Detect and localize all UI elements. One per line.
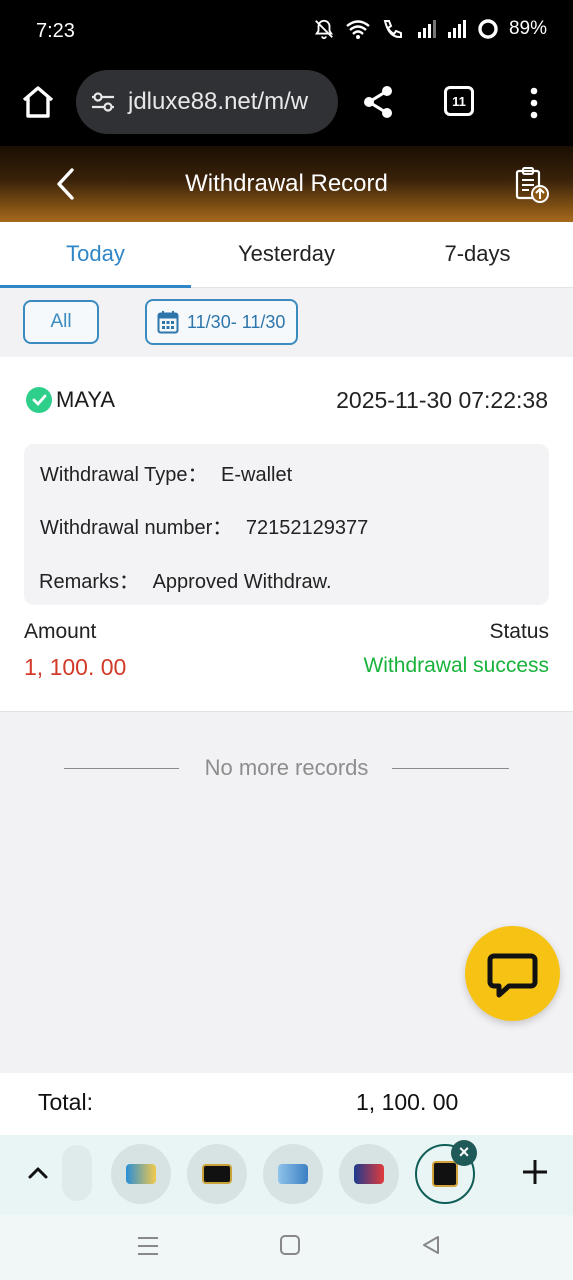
- maya-logo-icon: [26, 387, 52, 413]
- tab-thumbnail[interactable]: [339, 1144, 399, 1204]
- site-thumb-icon: [354, 1164, 384, 1184]
- new-tab-plus-icon[interactable]: [520, 1157, 550, 1187]
- detail-row-number: Withdrawal number： 72152129377: [40, 511, 368, 540]
- status-label: Status: [489, 620, 549, 643]
- site-thumb-icon: [432, 1161, 458, 1187]
- signal-icon: [417, 20, 436, 38]
- status-value: Withdrawal success: [363, 654, 549, 677]
- battery-percent: 89%: [508, 18, 547, 39]
- status-bar: 7:23 89%: [0, 0, 573, 62]
- share-icon[interactable]: [360, 84, 396, 120]
- detail-row-remarks: Remarks： Approved Withdraw.: [39, 565, 332, 594]
- filter-bar: All 11/30- 11/30: [0, 289, 573, 357]
- back-nav-icon[interactable]: [420, 1234, 442, 1256]
- tab-thumbnail[interactable]: [187, 1144, 247, 1204]
- tab-thumbnail[interactable]: [62, 1145, 92, 1201]
- date-range-text: 11/30- 11/30: [187, 311, 286, 332]
- total-bar: Total: 1, 100. 00: [0, 1073, 573, 1135]
- filter-all-button[interactable]: All: [23, 300, 99, 344]
- tab-today[interactable]: Today: [0, 222, 191, 288]
- tab-thumbnail[interactable]: [111, 1144, 171, 1204]
- tab-yesterday[interactable]: Yesterday: [191, 222, 382, 288]
- provider-logo: MAYA: [26, 387, 115, 413]
- total-value: 1, 100. 00: [356, 1089, 459, 1115]
- total-label: Total:: [38, 1089, 93, 1115]
- recent-apps-icon[interactable]: [136, 1235, 160, 1257]
- signal-icon: [447, 20, 466, 38]
- url-text: jdluxe88.net/m/w: [128, 88, 309, 115]
- date-tabs: Today Yesterday 7-days: [0, 222, 573, 288]
- tab-switcher-icon[interactable]: 11: [444, 86, 474, 116]
- record-datetime: 2025-11-30 07:22:38: [336, 387, 548, 413]
- divider: [392, 768, 509, 769]
- detail-value: Approved Withdraw.: [152, 571, 332, 593]
- address-bar[interactable]: jdluxe88.net/m/w: [76, 70, 338, 134]
- date-range-button[interactable]: 11/30- 11/30: [145, 299, 298, 345]
- tab-7-days[interactable]: 7-days: [382, 222, 573, 288]
- site-thumb-icon: [202, 1164, 232, 1184]
- detail-label: Withdrawal number：: [40, 517, 233, 539]
- wifi-call-icon: [383, 20, 402, 39]
- clipboard-upload-icon[interactable]: [514, 166, 550, 204]
- mute-icon: [314, 19, 334, 40]
- amount-label: Amount: [24, 620, 97, 643]
- system-nav-bar: [0, 1215, 573, 1280]
- provider-name: MAYA: [56, 387, 116, 412]
- live-chat-button[interactable]: [465, 926, 560, 1021]
- amount-value: 1, 100. 00: [24, 654, 127, 680]
- page-title: Withdrawal Record: [185, 170, 388, 197]
- status-icons: 89%: [313, 18, 547, 40]
- close-tab-icon[interactable]: ×: [451, 1140, 477, 1166]
- status-time: 7:23: [36, 20, 75, 42]
- more-menu-icon[interactable]: [524, 86, 544, 120]
- site-thumb-icon: [126, 1164, 156, 1184]
- site-thumb-icon: [278, 1164, 308, 1184]
- calendar-icon: [157, 311, 179, 334]
- detail-value: E-wallet: [221, 464, 293, 486]
- browser-tab-strip: [0, 1135, 573, 1215]
- app-header: Withdrawal Record: [0, 146, 573, 222]
- record-details: Withdrawal Type： E-wallet Withdrawal num…: [24, 444, 549, 605]
- chat-bubble-icon: [487, 953, 538, 998]
- home-icon[interactable]: [18, 82, 58, 122]
- browser-toolbar: jdluxe88.net/m/w 11: [0, 62, 573, 146]
- site-settings-icon[interactable]: [90, 90, 116, 114]
- detail-label: Remarks：: [39, 571, 140, 593]
- detail-label: Withdrawal Type：: [40, 464, 208, 486]
- withdrawal-record-card[interactable]: MAYA 2025-11-30 07:22:38 Withdrawal Type…: [0, 357, 573, 712]
- list-end-indicator: No more records: [0, 755, 573, 785]
- active-tab-indicator: [0, 285, 191, 288]
- chevron-up-icon[interactable]: [24, 1159, 52, 1187]
- wifi-icon: [346, 20, 370, 39]
- detail-value: 72152129377: [245, 517, 369, 539]
- home-nav-icon[interactable]: [279, 1234, 301, 1256]
- detail-row-type: Withdrawal Type： E-wallet: [40, 458, 292, 487]
- battery-ring-icon: [478, 19, 498, 39]
- tab-thumbnail[interactable]: [263, 1144, 323, 1204]
